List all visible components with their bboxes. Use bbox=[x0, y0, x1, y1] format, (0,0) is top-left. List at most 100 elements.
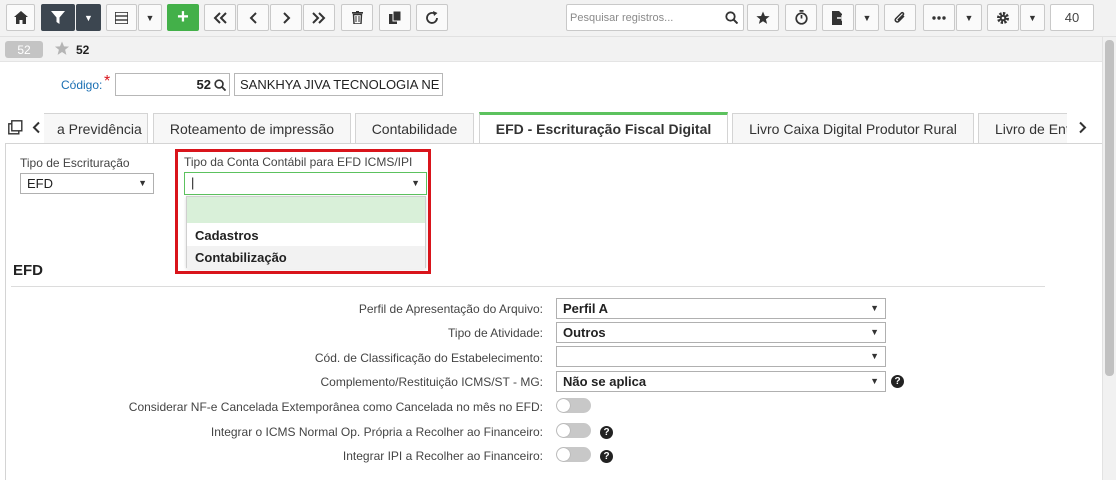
help-icon[interactable]: ? bbox=[891, 375, 904, 388]
integrar-ipi-toggle[interactable] bbox=[556, 447, 591, 462]
refresh-button[interactable] bbox=[416, 4, 448, 31]
tab-livro-entradas[interactable]: Livro de Ent bbox=[978, 113, 1067, 143]
grid-view-button[interactable] bbox=[106, 4, 137, 31]
complemento-value: Não se aplica bbox=[563, 374, 647, 389]
paperclip-icon bbox=[893, 11, 907, 25]
tab-content-panel bbox=[5, 143, 1102, 480]
more-button[interactable] bbox=[923, 4, 955, 31]
add-button[interactable]: + bbox=[167, 4, 199, 31]
favorite-button[interactable] bbox=[747, 4, 779, 31]
copy-icon bbox=[388, 11, 402, 24]
tab-livro-caixa-digital[interactable]: Livro Caixa Digital Produtor Rural bbox=[732, 113, 974, 143]
plus-icon: + bbox=[177, 6, 189, 28]
settings-button[interactable] bbox=[987, 4, 1019, 31]
next-record-button[interactable] bbox=[270, 4, 302, 31]
caret-down-icon: ▼ bbox=[870, 327, 879, 337]
double-chevron-left-icon bbox=[213, 11, 227, 24]
vertical-scrollbar[interactable] bbox=[1102, 37, 1116, 480]
section-divider bbox=[11, 286, 1045, 287]
required-mark: * bbox=[104, 73, 111, 90]
code-value: 52 bbox=[196, 77, 211, 92]
search-icon[interactable] bbox=[214, 79, 227, 94]
trash-icon bbox=[351, 11, 363, 24]
complemento-label: Complemento/Restituição ICMS/ST - MG: bbox=[320, 375, 543, 389]
export-button[interactable] bbox=[822, 4, 854, 31]
tabs-scroll-left-icon[interactable] bbox=[32, 121, 41, 137]
tab-contabilidade[interactable]: Contabilidade bbox=[355, 113, 474, 143]
perfil-label: Perfil de Apresentação do Arquivo: bbox=[358, 302, 543, 316]
caret-down-icon: ▼ bbox=[138, 178, 147, 188]
more-dropdown-button[interactable]: ▼ bbox=[956, 4, 982, 31]
tab-previdencia[interactable]: a Previdência bbox=[44, 113, 148, 143]
refresh-icon bbox=[425, 10, 439, 25]
scrollbar-thumb[interactable] bbox=[1105, 40, 1114, 376]
stopwatch-icon bbox=[794, 10, 808, 25]
perfil-select[interactable]: Perfil A ▼ bbox=[556, 298, 886, 319]
star-icon[interactable] bbox=[54, 41, 70, 59]
tipo-escrituracao-select[interactable]: EFD ▼ bbox=[20, 173, 154, 194]
star-icon bbox=[756, 11, 770, 25]
section-title: EFD bbox=[13, 262, 43, 279]
search-icon[interactable] bbox=[725, 11, 739, 27]
help-icon[interactable]: ? bbox=[600, 450, 613, 463]
breadcrumb: 52 52 bbox=[0, 37, 1116, 62]
grid-icon bbox=[115, 11, 128, 24]
tipo-conta-options: Cadastros Contabilização bbox=[186, 196, 426, 269]
option-contabilizacao[interactable]: Contabilização bbox=[187, 246, 425, 269]
considerar-nfe-label: Considerar NF-e Cancelada Extemporânea c… bbox=[128, 400, 543, 414]
caret-down-icon: ▼ bbox=[870, 351, 879, 361]
complemento-select[interactable]: Não se aplica ▼ bbox=[556, 371, 886, 392]
company-name-value: SANKHYA JIVA TECNOLOGIA NE bbox=[240, 77, 440, 92]
filter-dropdown-button[interactable]: ▼ bbox=[76, 4, 101, 31]
toolbar: ▼ ▼ + ▼ bbox=[0, 0, 1116, 37]
tipo-conta-label: Tipo da Conta Contábil para EFD ICMS/IPI bbox=[184, 155, 413, 169]
tipo-escrituracao-label: Tipo de Escrituração bbox=[20, 156, 130, 170]
integrar-icms-toggle[interactable] bbox=[556, 423, 591, 438]
tipo-atividade-value: Outros bbox=[563, 325, 606, 340]
tipo-atividade-select[interactable]: Outros ▼ bbox=[556, 322, 886, 343]
copy-button[interactable] bbox=[379, 4, 411, 31]
gear-icon bbox=[996, 11, 1010, 25]
file-export-icon bbox=[832, 10, 844, 25]
help-icon[interactable]: ? bbox=[600, 426, 613, 439]
last-record-button[interactable] bbox=[303, 4, 335, 31]
caret-down-icon: ▼ bbox=[964, 12, 974, 23]
search-input[interactable] bbox=[570, 9, 720, 27]
ellipsis-icon bbox=[932, 15, 946, 20]
caret-down-icon: ▼ bbox=[862, 12, 872, 23]
cod-classificacao-select[interactable]: ▼ bbox=[556, 346, 886, 367]
delete-button[interactable] bbox=[341, 4, 373, 31]
export-dropdown-button[interactable]: ▼ bbox=[855, 4, 879, 31]
previous-record-button[interactable] bbox=[237, 4, 269, 31]
code-label: Código: bbox=[61, 78, 103, 92]
company-name-field[interactable]: SANKHYA JIVA TECNOLOGIA NE bbox=[234, 73, 443, 96]
chevron-left-icon bbox=[249, 11, 258, 24]
option-empty[interactable] bbox=[187, 197, 425, 223]
considerar-nfe-toggle[interactable] bbox=[556, 398, 591, 413]
double-chevron-right-icon bbox=[312, 11, 326, 24]
search-box bbox=[566, 4, 744, 31]
caret-down-icon: ▼ bbox=[870, 303, 879, 313]
perfil-value: Perfil A bbox=[563, 301, 609, 316]
first-record-button[interactable] bbox=[204, 4, 236, 31]
filter-button[interactable] bbox=[41, 4, 75, 31]
tab-efd[interactable]: EFD - Escrituração Fiscal Digital bbox=[479, 112, 728, 143]
tipo-conta-select[interactable]: | ▼ bbox=[184, 172, 427, 195]
integrar-icms-label: Integrar o ICMS Normal Op. Própria a Rec… bbox=[210, 425, 543, 439]
home-button[interactable] bbox=[6, 4, 35, 31]
chevron-right-icon bbox=[282, 11, 291, 24]
code-field[interactable]: 52 bbox=[115, 73, 230, 96]
filter-icon bbox=[51, 10, 65, 25]
tabs-scroll-right-icon[interactable] bbox=[1078, 121, 1087, 137]
settings-dropdown-button[interactable]: ▼ bbox=[1020, 4, 1045, 31]
grid-view-dropdown-button[interactable]: ▼ bbox=[138, 4, 162, 31]
breadcrumb-title: 52 bbox=[76, 43, 90, 57]
copy-icon[interactable] bbox=[8, 120, 23, 138]
attach-button[interactable] bbox=[884, 4, 916, 31]
page-size-input[interactable]: 40 bbox=[1050, 4, 1094, 31]
tipo-atividade-label: Tipo de Atividade: bbox=[448, 326, 543, 340]
integrar-ipi-label: Integrar IPI a Recolher ao Financeiro: bbox=[342, 449, 543, 463]
caret-down-icon: ▼ bbox=[84, 12, 93, 23]
timer-button[interactable] bbox=[785, 4, 817, 31]
tab-roteamento-impressao[interactable]: Roteamento de impressão bbox=[153, 113, 351, 143]
